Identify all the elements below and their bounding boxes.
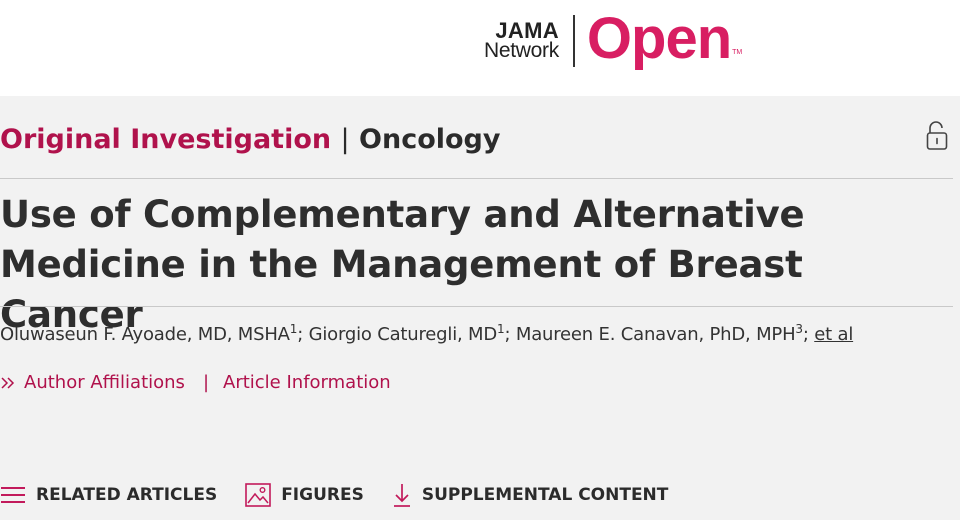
title-divider-bottom <box>0 306 953 307</box>
logo-jama-text: JAMA <box>495 17 559 43</box>
logo-wordmark-left: JAMA Network <box>484 20 559 62</box>
article-topic[interactable]: Oncology <box>359 124 500 155</box>
author-name[interactable]: Maureen E. Canavan, PhD, MPH <box>516 324 796 345</box>
author-separator: ; <box>297 324 309 345</box>
author-name[interactable]: Oluwaseun F. Ayoade, MD, MSHA <box>0 324 290 345</box>
title-divider-top <box>0 178 953 179</box>
image-icon <box>245 483 271 507</box>
author-list: Oluwaseun F. Ayoade, MD, MSHA1; Giorgio … <box>0 320 853 350</box>
author-separator: ; <box>504 324 516 345</box>
jama-network-open-logo[interactable]: JAMA Network Open TM <box>484 6 743 71</box>
logo-divider <box>572 15 575 67</box>
logo-open-text: Open <box>586 6 732 71</box>
article-type-heading: Original Investigation | Oncology <box>0 122 500 158</box>
download-arrow-icon <box>393 484 410 507</box>
logo-trademark: TM <box>732 49 743 56</box>
info-separator: | <box>202 372 210 393</box>
author-separator: ; <box>802 324 815 345</box>
article-information-link[interactable]: Article Information <box>223 368 391 398</box>
double-chevron-right-icon <box>1 377 15 389</box>
site-header: JAMA Network Open TM <box>0 0 960 96</box>
supplemental-content-button[interactable]: SUPPLEMENTAL CONTENT <box>392 482 669 508</box>
et-al-link[interactable]: et al <box>814 324 853 345</box>
article-title: Use of Complementary and Alternative Med… <box>0 193 805 336</box>
open-lock-icon <box>926 121 948 150</box>
affiliation-row: Author Affiliations | Article Informatio… <box>0 368 391 398</box>
figures-button[interactable]: FIGURES <box>245 483 364 507</box>
related-articles-button[interactable]: RELATED ARTICLES <box>0 485 217 505</box>
supplemental-content-label: SUPPLEMENTAL CONTENT <box>421 485 669 505</box>
article-type-separator: | <box>340 124 350 155</box>
list-icon <box>1 487 25 503</box>
figures-label: FIGURES <box>281 485 364 505</box>
logo-network-text: Network <box>484 39 559 63</box>
article-type[interactable]: Original Investigation <box>0 124 331 155</box>
article-tools: RELATED ARTICLES FIGURES SUPPLEMENTAL CO… <box>0 480 696 510</box>
author-name[interactable]: Giorgio Caturegli, MD <box>309 324 498 345</box>
author-affiliations-link[interactable]: Author Affiliations <box>24 368 185 398</box>
related-articles-label: RELATED ARTICLES <box>36 485 218 505</box>
author-affiliation-number: 3 <box>795 322 803 336</box>
